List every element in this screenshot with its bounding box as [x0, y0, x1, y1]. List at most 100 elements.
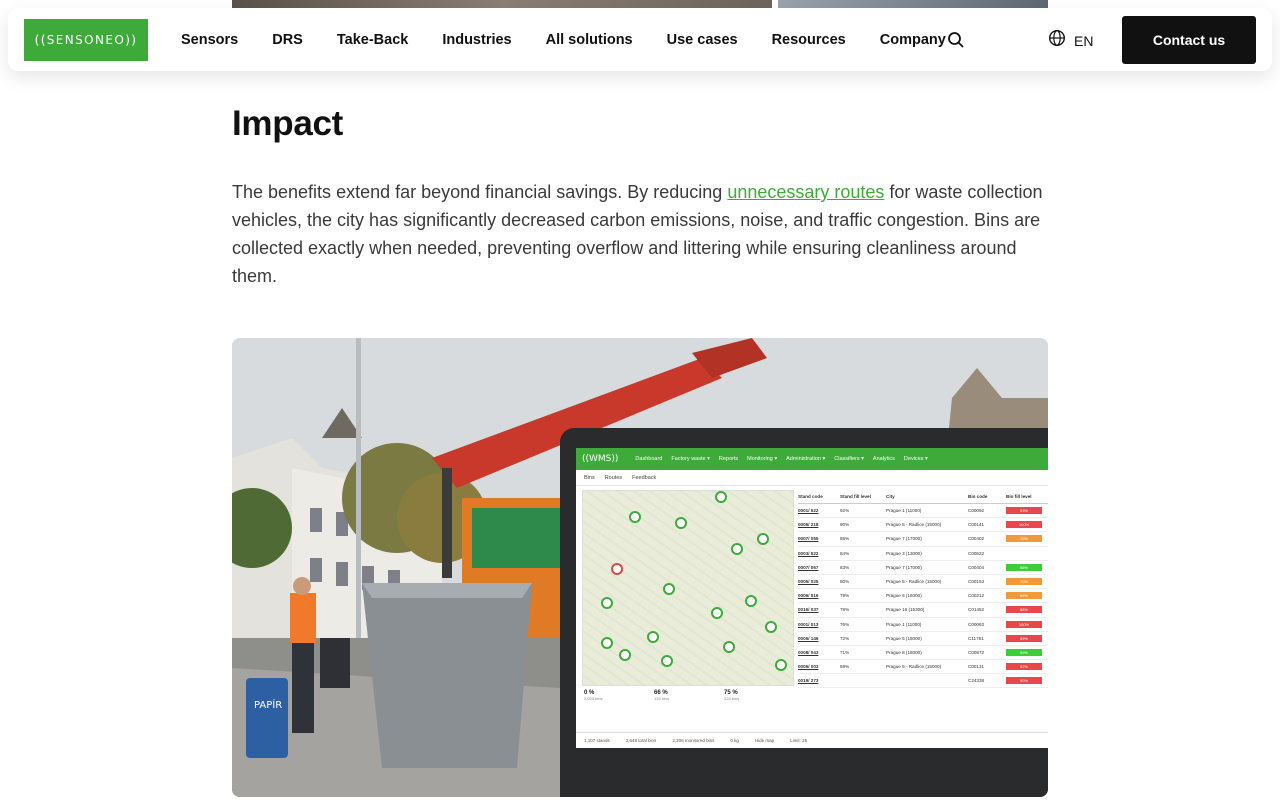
col-stand-fill-level: Stand fill level [840, 494, 871, 499]
map-marker [647, 631, 659, 643]
fill-level-badge: 100% [1006, 620, 1042, 628]
cell-bin-code: C00522 [968, 550, 985, 556]
wms-menu-factory-waste: Factory waste ▾ [671, 456, 710, 462]
scrolled-image-strip [232, 0, 1048, 8]
cell-stand-code: 0019/ 273 [798, 678, 819, 684]
language-switcher[interactable]: EN [1048, 29, 1093, 52]
map-marker [601, 637, 613, 649]
footer-weight: 0 kg [730, 738, 739, 743]
impact-paragraph: The benefits extend far beyond financial… [232, 178, 1048, 290]
map-marker [765, 621, 777, 633]
unnecessary-routes-link[interactable]: unnecessary routes [727, 182, 884, 202]
cell-stand-fill-level: 92% [840, 508, 850, 514]
section-heading: Impact [232, 104, 344, 143]
map-marker [775, 659, 787, 671]
wms-menu-devices: Devices ▾ [903, 456, 928, 462]
map-marker [715, 491, 727, 503]
fill-level-badge: 56% [1006, 563, 1042, 571]
svg-text:PAPÍR: PAPÍR [254, 698, 282, 711]
cell-bin-fill-level [1006, 549, 1046, 557]
map-marker [663, 583, 675, 595]
col-stand-code: Stand code [798, 494, 823, 499]
fill-level-badge: 59% [1006, 648, 1042, 656]
map-marker [611, 563, 623, 575]
table-row: 0001/ 013 76% Prague 1 (11000) C00063 100% [798, 618, 1048, 632]
wms-tab-routes: Routes [604, 474, 623, 481]
cell-stand-fill-level: 71% [840, 649, 850, 655]
cell-city: Prague 1 (11000) [886, 621, 922, 627]
wms-footer: 1,107 stands 2,648 total bins 2,206 moni… [576, 732, 1048, 748]
map-marker [675, 517, 687, 529]
cell-city: Prague 1 (11000) [886, 508, 922, 514]
nav-item-take-back[interactable]: Take-Back [337, 32, 408, 48]
fill-level-badge [1006, 549, 1042, 557]
fill-level-badge: 70% [1006, 578, 1042, 586]
wms-sub-tabs: Bins Routes Feedback [576, 470, 1048, 486]
table-row: 0001/ 522 92% Prague 1 (11000) C00092 93% [798, 504, 1048, 519]
nav-item-sensors[interactable]: Sensors [181, 32, 238, 48]
sensoneo-logo[interactable]: ((SENSONEO)) [24, 19, 148, 61]
fill-level-badge: 70% [1006, 535, 1042, 543]
cell-stand-fill-level: 83% [840, 564, 850, 570]
cell-bin-code: C00153 [968, 579, 985, 585]
wms-bins-table: Stand code Stand fill level City Bin cod… [798, 490, 1048, 689]
cell-city: Prague 3 (13000) [886, 550, 922, 556]
wms-menu-dashboard: Dashboard [635, 456, 663, 462]
table-row: 0007/ 067 83% Prague 7 (17000) C00404 56% [798, 561, 1048, 575]
cell-stand-code: 0008/ 043 [798, 649, 819, 655]
cell-city: Prague 7 (17000) [886, 564, 922, 570]
map-marker [661, 655, 673, 667]
cell-bin-code: C11761 [968, 635, 984, 641]
wms-menu-classifiers: Classifiers ▾ [834, 456, 864, 462]
cell-bin-code: C01452 [968, 607, 985, 613]
cell-stand-fill-level: 80% [840, 579, 850, 585]
cell-stand-code: 0003/ 522 [798, 550, 819, 556]
cell-bin-code: C24338 [968, 678, 985, 684]
col-bin-fill-level: Bin fill level [1006, 494, 1032, 499]
wms-stat: 75 % 326 bins [724, 690, 794, 701]
cell-stand-fill-level: 72% [840, 635, 850, 641]
map-marker [757, 533, 769, 545]
cell-city: Prague 5 - Radlice (15000) [886, 579, 942, 585]
nav-item-company[interactable]: Company [880, 32, 946, 48]
image-fragment-left [232, 0, 772, 8]
nav-item-all-solutions[interactable]: All solutions [546, 32, 633, 48]
cell-stand-code: 0016/ 037 [798, 607, 819, 613]
wms-menu-monitoring: Monitoring ▾ [747, 456, 778, 462]
cell-stand-fill-level: 76% [840, 621, 850, 627]
cell-stand-code: 0005/ 025 [798, 579, 819, 585]
cell-bin-code: C00131 [968, 664, 985, 670]
impact-photo: PAPÍR ((WMS)) Dashboard Factory waste ▾ … [232, 338, 1048, 797]
search-icon[interactable] [946, 30, 966, 50]
fill-level-badge: 89% [1006, 634, 1042, 642]
cell-bin-code: C00402 [968, 536, 985, 542]
hide-map-button: Hide map [754, 738, 775, 743]
cell-bin-fill-level: 56% [1006, 563, 1046, 571]
wms-app-bar: ((WMS)) Dashboard Factory waste ▾ Report… [576, 448, 1048, 470]
cell-bin-code: C00872 [968, 649, 985, 655]
map-marker [731, 543, 743, 555]
cell-bin-code: C00092 [968, 508, 985, 514]
cell-stand-fill-level: 84% [840, 550, 850, 556]
wms-tab-feedback: Feedback [632, 474, 657, 481]
nav-item-resources[interactable]: Resources [772, 32, 846, 48]
fill-level-badge: 88% [1006, 606, 1042, 614]
cell-bin-fill-level: 70% [1006, 535, 1046, 543]
cell-bin-fill-level: 59% [1006, 648, 1046, 656]
wms-menu-reports: Reports [718, 456, 739, 462]
nav-item-drs[interactable]: DRS [272, 32, 303, 48]
cell-bin-code: C00141 [968, 522, 985, 528]
stat-sub: 133 bins [654, 696, 670, 701]
wms-stats: 0 % 2,033 bins 66 % 133 bins 75 % 326 bins [582, 690, 794, 701]
nav-item-use-cases[interactable]: Use cases [667, 32, 738, 48]
table-row: 0005/ 025 80% Prague 5 - Radlice (15000) C0… [798, 575, 1048, 590]
cell-stand-code: 0006/ 516 [798, 593, 819, 599]
contact-us-button[interactable]: Contact us [1122, 16, 1256, 64]
nav-item-industries[interactable]: Industries [442, 32, 511, 48]
wms-dashboard-screen: ((WMS)) Dashboard Factory waste ▾ Report… [576, 448, 1048, 748]
cell-stand-code: 0001/ 013 [798, 621, 819, 627]
wms-map [582, 490, 794, 686]
col-bin-code: Bin code [968, 494, 988, 499]
cell-bin-fill-level: 93% [1006, 507, 1046, 515]
globe-icon [1048, 29, 1066, 52]
